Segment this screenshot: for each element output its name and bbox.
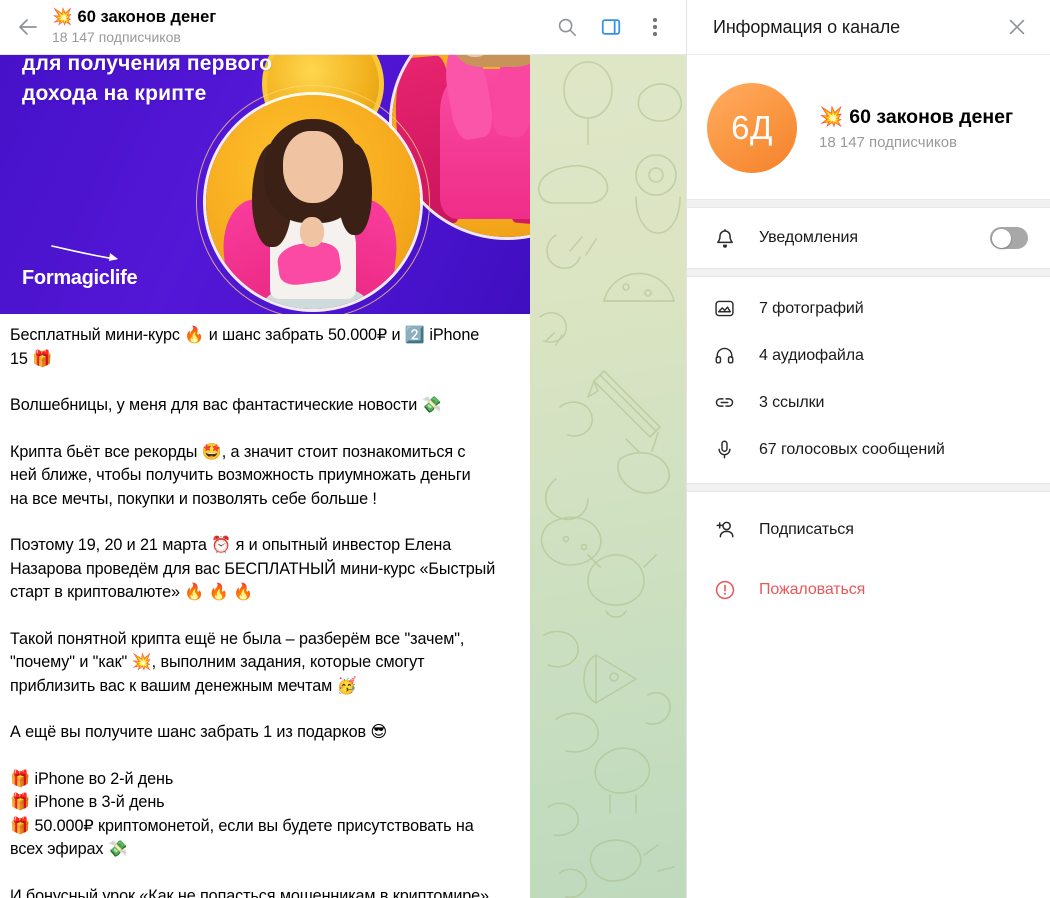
notifications-row[interactable]: Уведомления: [687, 208, 1050, 268]
message-text: Бесплатный мини-курс 🔥 и шанс забрать 50…: [0, 314, 530, 898]
message-line: приблизить вас к вашим денежным мечтам 🥳: [10, 676, 357, 695]
message-line: 🎁 iPhone во 2-й день: [10, 769, 174, 788]
close-icon: [1009, 19, 1025, 35]
banner-headline: для получения первого дохода на крипте: [22, 55, 302, 109]
message-line: Волшебницы, у меня для вас фантастически…: [10, 396, 442, 414]
banner-brand-logo: Formagiclife: [22, 267, 138, 289]
message-paragraph: И бонусный урок «Как не попасться мошенн…: [10, 885, 516, 898]
message-paragraph: Волшебницы, у меня для вас фантастически…: [10, 394, 516, 418]
message-line: ней ближе, чтобы получить возможность пр…: [10, 466, 471, 484]
message-paragraph: Такой понятной крипта ещё не была – разб…: [10, 628, 516, 699]
profile-name-row: 💥 60 законов денег: [819, 105, 1013, 129]
media-row-audio[interactable]: 4 аудиофайла: [687, 332, 1050, 379]
message-line: Поэтому 19, 20 и 21 марта ⏰ я и опытный …: [10, 536, 452, 554]
report-row[interactable]: Пожаловаться: [687, 560, 1050, 620]
message-line: Такой понятной крипта ещё не была – разб…: [10, 629, 465, 648]
photo-icon: [713, 297, 759, 320]
report-icon: [713, 578, 759, 602]
chat-title-row: 💥 60 законов денег: [52, 8, 550, 27]
notifications-toggle[interactable]: [990, 227, 1028, 249]
message-paragraph: Поэтому 19, 20 и 21 марта ⏰ я и опытный …: [10, 534, 516, 605]
message-line: "почему" и "как" 💥, выполним задания, ко…: [10, 653, 425, 671]
microphone-icon: [713, 438, 759, 461]
banner-headline-line1: для получения первого: [22, 55, 273, 75]
profile-name-text: 60 законов денег: [849, 105, 1014, 128]
search-button[interactable]: [550, 10, 584, 44]
toggle-knob: [991, 228, 1011, 248]
message-line: 🎁 50.000₽ криптомонетой, если вы будете …: [10, 816, 474, 835]
media-label: 7 фотографий: [759, 299, 864, 317]
panel-title: Информация о канале: [713, 16, 901, 37]
chat-header: 💥 60 законов денег 18 147 подписчиков: [0, 0, 686, 55]
channel-info-panel: Информация о канале 6Д 💥 60 законов дене…: [686, 0, 1050, 898]
panel-divider: [687, 199, 1050, 208]
back-arrow-icon: [19, 19, 37, 35]
channel-message[interactable]: для получения первого дохода на крипте F…: [0, 55, 530, 898]
chat-title-emoji: 💥: [52, 8, 73, 26]
avatar: 6Д: [707, 83, 797, 173]
message-paragraph: 🎁 iPhone во 2-й день 🎁 iPhone в 3-й день…: [10, 768, 516, 862]
profile-name-emoji: 💥: [819, 106, 844, 128]
headphones-icon: [713, 344, 759, 367]
message-line: старт в криптовалюте» 🔥 🔥 🔥: [10, 583, 254, 601]
more-vertical-icon: [653, 18, 657, 36]
message-line: всех эфирах 💸: [10, 840, 128, 858]
add-user-icon: [713, 518, 759, 542]
primary-person-circle: [206, 95, 420, 309]
message-line: И бонусный урок «Как не попасться мошенн…: [10, 886, 489, 898]
message-line: на все мечты, покупки и позволять себе б…: [10, 489, 377, 508]
media-list: 7 фотографий 4 аудиофайла 3 ссылки 67 го…: [687, 277, 1050, 483]
more-menu-button[interactable]: [638, 10, 672, 44]
message-paragraph: Крипта бьёт все рекорды 🤩, а значит стои…: [10, 441, 516, 512]
media-row-voice[interactable]: 67 голосовых сообщений: [687, 426, 1050, 473]
message-line: 15 🎁: [10, 349, 53, 368]
subscribe-row[interactable]: Подписаться: [687, 500, 1050, 560]
panel-header: Информация о канале: [687, 0, 1050, 55]
media-label: 67 голосовых сообщений: [759, 440, 945, 458]
close-panel-button[interactable]: [1000, 10, 1034, 44]
message-paragraph: Бесплатный мини-курс 🔥 и шанс забрать 50…: [10, 324, 516, 371]
message-line: А ещё вы получите шанс забрать 1 из пода…: [10, 723, 388, 741]
link-icon: [713, 391, 759, 414]
brand-swoosh-icon: [51, 245, 118, 261]
profile-meta: 💥 60 законов денег 18 147 подписчиков: [819, 105, 1013, 152]
chat-title-text: 60 законов денег: [77, 8, 217, 26]
sidebar-toggle-icon: [601, 19, 621, 35]
back-button[interactable]: [8, 7, 48, 47]
bell-icon: [713, 226, 759, 250]
message-line: 🎁 iPhone в 3-й день: [10, 793, 165, 811]
profile-subscribers: 18 147 подписчиков: [819, 134, 958, 151]
panel-actions: Подписаться Пожаловаться: [687, 492, 1050, 630]
panel-divider: [687, 483, 1050, 492]
channel-profile[interactable]: 6Д 💥 60 законов денег 18 147 подписчиков: [687, 55, 1050, 199]
media-label: 3 ссылки: [759, 393, 825, 411]
media-row-links[interactable]: 3 ссылки: [687, 379, 1050, 426]
telegram-window: 💥 60 законов денег 18 147 подписчиков дл…: [0, 0, 1050, 898]
message-line: Крипта бьёт все рекорды 🤩, а значит стои…: [10, 442, 466, 461]
media-row-photos[interactable]: 7 фотографий: [687, 285, 1050, 332]
search-icon: [558, 18, 577, 37]
message-line: Бесплатный мини-курс 🔥 и шанс забрать 50…: [10, 326, 480, 344]
panel-divider: [687, 268, 1050, 277]
chat-header-actions: [550, 10, 672, 44]
notifications-label: Уведомления: [759, 229, 858, 246]
message-banner-image[interactable]: для получения первого дохода на крипте F…: [0, 55, 530, 314]
banner-headline-line2: дохода на крипте: [22, 82, 207, 105]
subscribe-label: Подписаться: [759, 521, 854, 538]
chat-subscribers: 18 147 подписчиков: [52, 29, 181, 45]
message-paragraph: А ещё вы получите шанс забрать 1 из пода…: [10, 721, 516, 745]
message-line: Назарова проведём для вас БЕСПЛАТНЫЙ мин…: [10, 559, 496, 578]
chat-column: 💥 60 законов денег 18 147 подписчиков дл…: [0, 0, 686, 898]
media-label: 4 аудиофайла: [759, 346, 864, 364]
sidebar-toggle-button[interactable]: [594, 10, 628, 44]
report-label: Пожаловаться: [759, 581, 866, 598]
chat-background: для получения первого дохода на крипте F…: [0, 55, 686, 898]
chat-title-block[interactable]: 💥 60 законов денег 18 147 подписчиков: [52, 8, 550, 46]
